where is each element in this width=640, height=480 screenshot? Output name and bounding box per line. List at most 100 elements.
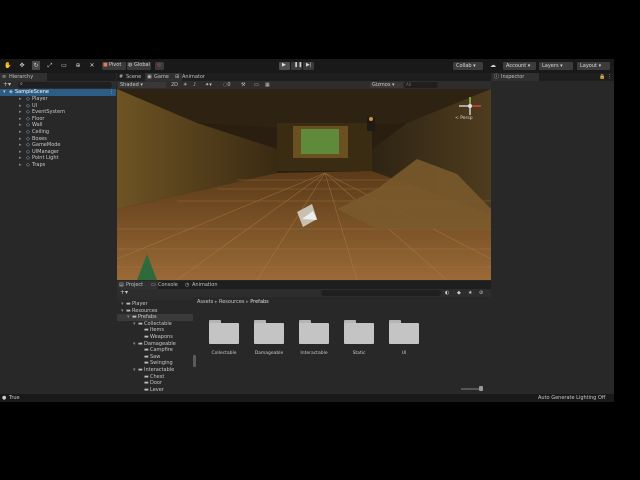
panel-menu-icon[interactable]: ⋮: [607, 73, 612, 81]
tools-icon[interactable]: ⚒: [241, 82, 245, 88]
expand-arrow-icon[interactable]: ▾: [121, 308, 124, 315]
tree-scroll-edge: [117, 297, 193, 300]
folder-label[interactable]: Static: [339, 351, 379, 356]
pivot-toggle[interactable]: ■ Pivot: [102, 62, 126, 70]
expand-arrow-icon[interactable]: ▾: [127, 314, 130, 321]
collab-dropdown[interactable]: Collab ▾: [453, 62, 483, 70]
filter-label-icon[interactable]: ◆: [457, 289, 461, 297]
rotate-tool-icon[interactable]: ↻: [32, 61, 40, 70]
project-tree-item[interactable]: ▾ ▬ Player: [117, 301, 193, 308]
scale-tool-icon[interactable]: ⤢: [46, 61, 54, 70]
tab-animation[interactable]: ◷ Animation: [183, 281, 232, 289]
scene-menu-icon[interactable]: ⋮: [109, 89, 114, 96]
folder-label[interactable]: Collectable: [204, 351, 244, 356]
project-tree-item[interactable]: ▬ Items: [117, 327, 193, 334]
snap-toggle[interactable]: ◎: [155, 62, 164, 70]
expand-arrow-icon[interactable]: ▸: [19, 122, 22, 129]
scene-search-input[interactable]: All: [404, 82, 438, 88]
expand-arrow-icon[interactable]: ▸: [19, 149, 22, 156]
expand-arrow-icon[interactable]: ▸: [19, 136, 22, 143]
scene-viewport[interactable]: < Persp: [117, 89, 491, 280]
expand-arrow-icon[interactable]: ▸: [19, 142, 22, 149]
transform-tool-icon[interactable]: ⊕: [74, 61, 82, 70]
tab-animator[interactable]: ⊞ Animator: [173, 73, 218, 81]
step-button[interactable]: ▶|: [303, 62, 314, 70]
project-tree-item[interactable]: ▬ Swinging: [117, 360, 193, 367]
console-info-icon[interactable]: ●: [2, 394, 6, 402]
expand-arrow-icon[interactable]: ▾: [133, 367, 136, 374]
breadcrumb-prefabs[interactable]: Prefabs: [250, 299, 269, 305]
expand-arrow-icon[interactable]: ▸: [19, 162, 22, 169]
layers-dropdown[interactable]: Layers ▾: [539, 62, 573, 70]
lock-icon[interactable]: 🔒: [599, 73, 605, 81]
tab-inspector[interactable]: ⓘ Inspector: [492, 73, 539, 81]
lighting-status: Auto Generate Lighting Off: [538, 395, 606, 401]
expand-arrow-icon[interactable]: ▸: [19, 155, 22, 162]
play-button[interactable]: ▶: [279, 62, 290, 70]
folder-label[interactable]: Damageable: [249, 351, 289, 356]
favorite-icon[interactable]: ★: [468, 289, 472, 297]
project-tree-item[interactable]: ▬ Campfire: [117, 347, 193, 354]
cloud-icon[interactable]: ☁: [489, 61, 497, 70]
folder-label[interactable]: Interactable: [294, 351, 334, 356]
project-tree-item[interactable]: ▬ Lever: [117, 387, 193, 394]
global-toggle[interactable]: ◍ Global: [127, 62, 151, 70]
project-tree-item[interactable]: ▬ Door: [117, 380, 193, 387]
effects-icon[interactable]: ✦▾: [205, 82, 212, 88]
audio-icon[interactable]: ♪: [193, 82, 196, 88]
hierarchy-search-input[interactable]: ⌕: [18, 81, 112, 88]
folder-icon[interactable]: [299, 320, 329, 344]
lighting-icon[interactable]: ☀: [183, 82, 187, 88]
hand-tool-icon[interactable]: ✋: [4, 61, 12, 70]
project-tree-item[interactable]: ▬ Chest: [117, 374, 193, 381]
hidden-packages-icon[interactable]: ⊘: [479, 289, 483, 297]
folder-icon: ▬: [144, 347, 149, 354]
pause-button[interactable]: ❚❚: [291, 62, 302, 70]
folder-icon[interactable]: [209, 320, 239, 344]
status-message[interactable]: True: [9, 394, 20, 402]
project-tree-item[interactable]: ▬ Weapons: [117, 334, 193, 341]
hidden-count-icon[interactable]: ◌0: [223, 82, 231, 88]
project-tree-item[interactable]: ▾ ▬ Damageable: [117, 341, 193, 348]
project-tree-item[interactable]: ▾ ▬ Resources: [117, 308, 193, 315]
2d-toggle[interactable]: 2D: [171, 82, 178, 88]
expand-arrow-icon[interactable]: ▾: [133, 321, 136, 328]
camera-icon[interactable]: ▭: [254, 82, 259, 88]
filter-type-icon[interactable]: ◐: [445, 289, 449, 297]
breadcrumb-assets[interactable]: Assets: [197, 299, 213, 305]
icon-size-slider-handle[interactable]: [479, 386, 483, 391]
scene-icon: ◈: [9, 89, 13, 95]
account-dropdown[interactable]: Account ▾: [503, 62, 536, 70]
folder-icon[interactable]: [254, 320, 284, 344]
project-tree-item[interactable]: ▾ ▬ Prefabs: [117, 314, 193, 321]
folder-icon[interactable]: [389, 320, 419, 344]
create-icon[interactable]: +▾: [120, 289, 128, 297]
grid-icon[interactable]: ▦: [265, 82, 270, 88]
orientation-gizmo[interactable]: < Persp: [455, 95, 485, 123]
custom-tool-icon[interactable]: ✕: [88, 61, 96, 70]
breadcrumb-resources[interactable]: Resources: [219, 299, 245, 305]
project-tree-item[interactable]: ▾ ▬ Interactable: [117, 367, 193, 374]
scene-row[interactable]: ▾ ◈ SampleScene ⋮: [0, 89, 116, 96]
expand-arrow-icon[interactable]: ▾: [121, 301, 124, 308]
expand-arrow-icon[interactable]: ▸: [19, 96, 22, 103]
expand-arrow-icon[interactable]: ▸: [19, 109, 22, 116]
expand-arrow-icon[interactable]: ▸: [19, 116, 22, 123]
tree-scrollbar-thumb[interactable]: [193, 355, 196, 367]
project-tree-label: Chest: [150, 373, 165, 380]
gizmos-dropdown[interactable]: Gizmos ▾: [370, 82, 403, 88]
layout-dropdown[interactable]: Layout ▾: [577, 62, 610, 70]
project-search-input[interactable]: [321, 290, 441, 296]
expand-arrow-icon[interactable]: ▸: [19, 129, 22, 136]
expand-arrow-icon[interactable]: ▸: [19, 103, 22, 110]
project-tree-item[interactable]: ▾ ▬ Collectable: [117, 321, 193, 328]
rect-tool-icon[interactable]: ▭: [60, 61, 68, 70]
project-tree-item[interactable]: ▬ Saw: [117, 354, 193, 361]
move-tool-icon[interactable]: ✥: [18, 61, 26, 70]
folder-label[interactable]: UI: [384, 351, 424, 356]
folder-icon[interactable]: [344, 320, 374, 344]
expand-arrow-icon[interactable]: ▾: [133, 341, 136, 348]
tab-hierarchy[interactable]: ≡ Hierarchy: [0, 73, 47, 81]
shading-mode-dropdown[interactable]: Shaded ▾: [118, 82, 166, 88]
add-icon[interactable]: +▾: [3, 81, 11, 89]
